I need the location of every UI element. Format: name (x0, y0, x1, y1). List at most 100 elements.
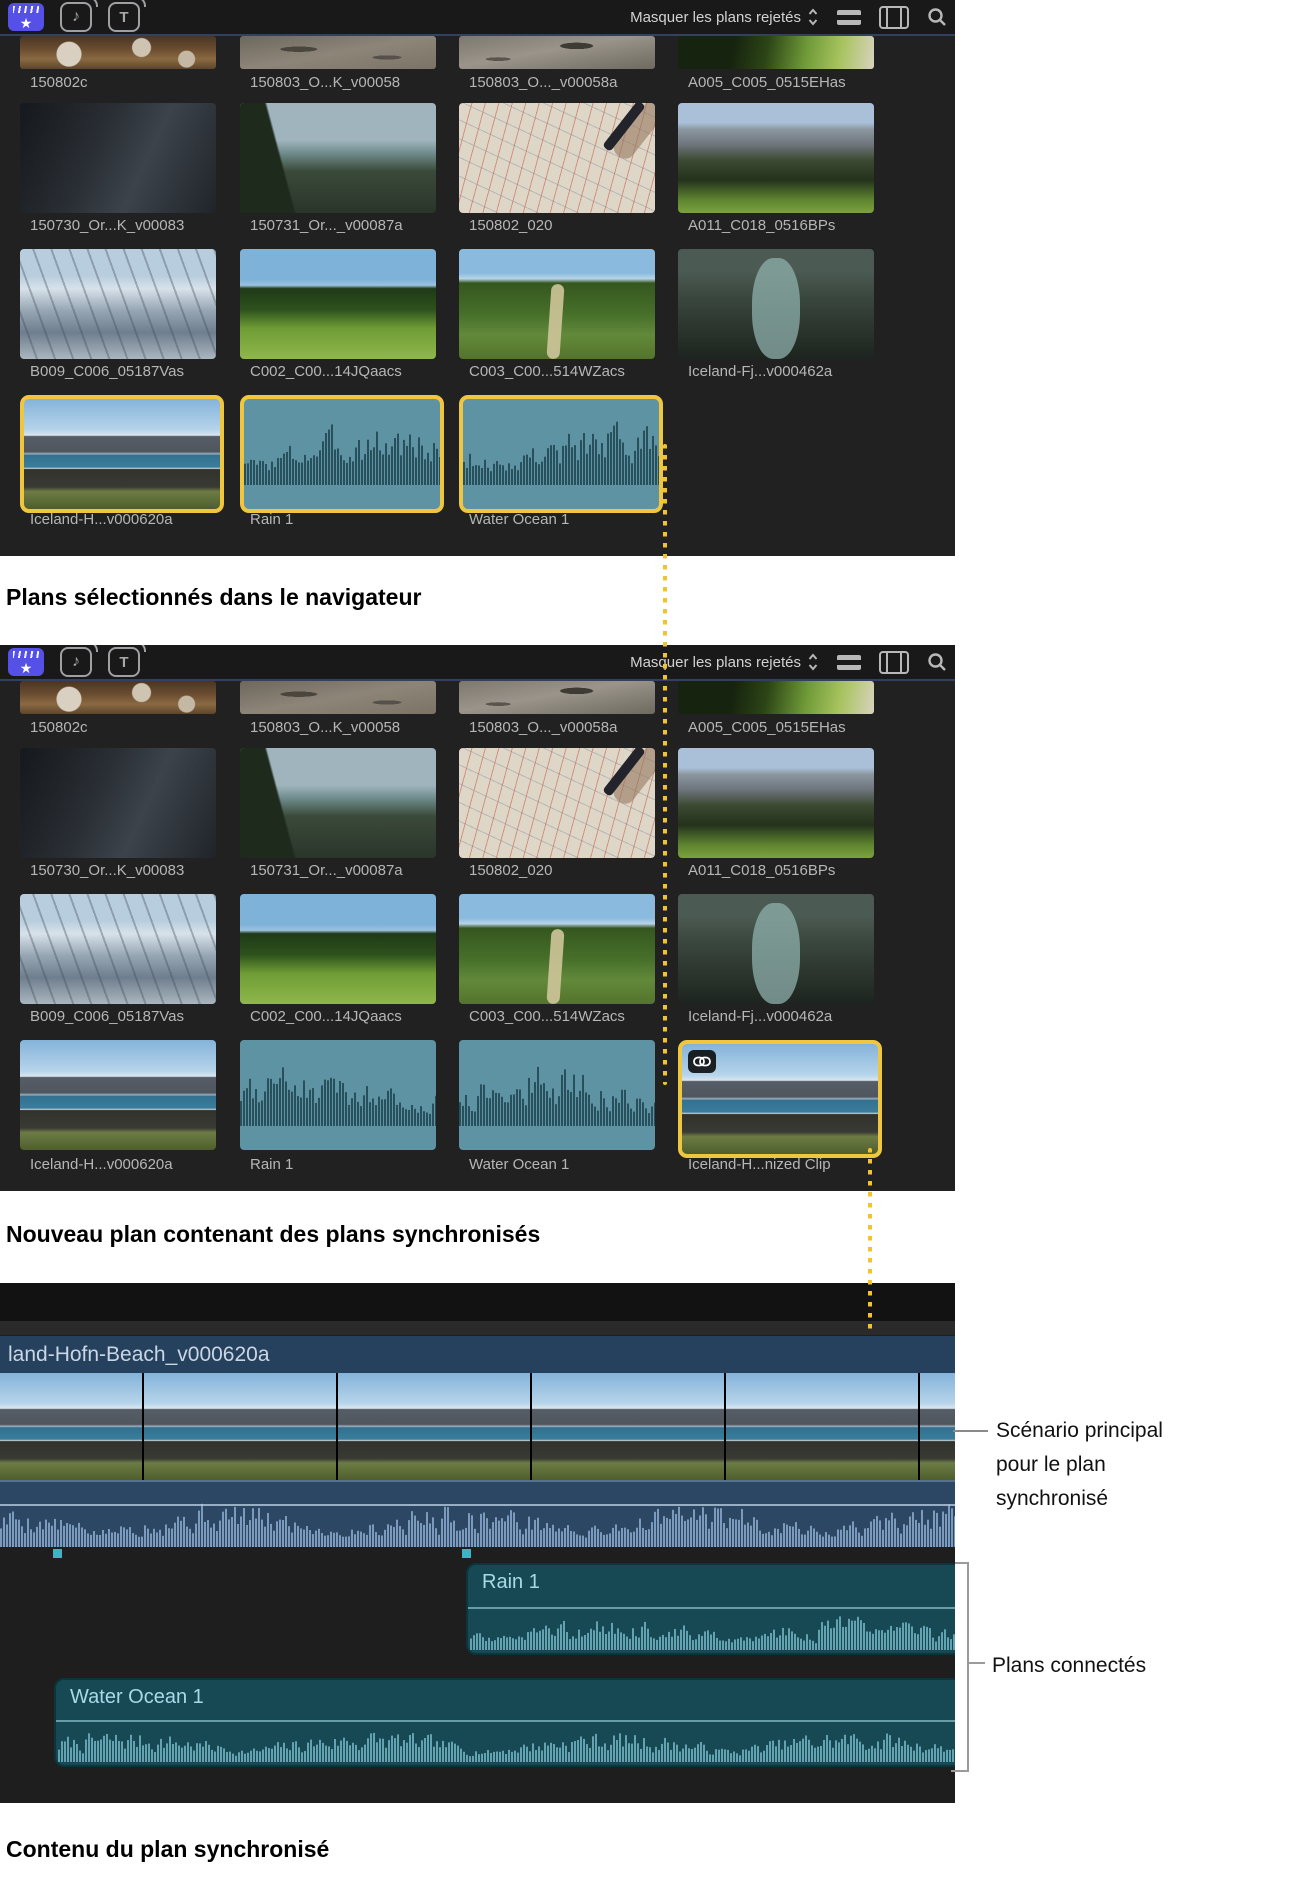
clip-label: Iceland-H...v000620a (30, 511, 173, 528)
clip-thumbnail[interactable] (459, 894, 655, 1004)
synchronized-link-badge (688, 1050, 716, 1073)
clip-thumbnail[interactable] (678, 681, 874, 714)
search-icon[interactable] (927, 7, 947, 27)
clip-thumbnail[interactable] (20, 894, 216, 1004)
caption-synchronized-clip-contents: Contenu du plan synchronisé (6, 1836, 330, 1862)
clip-thumbnail[interactable] (240, 103, 436, 213)
audio-clip-thumbnail[interactable] (240, 1040, 436, 1150)
primary-clip-filmstrip (0, 1373, 955, 1480)
clip-label: A005_C005_0515EHas (688, 719, 846, 736)
clip-label: Water Ocean 1 (469, 511, 570, 528)
primary-clip-title: land-Hofn-Beach_v000620a (0, 1336, 955, 1373)
music-note-glyph: ♪ (72, 8, 80, 25)
audio-reference-line (0, 1504, 955, 1506)
clip-label: 150803_O...K_v00058 (250, 719, 401, 736)
clip-thumbnail[interactable] (240, 748, 436, 858)
filter-dropdown[interactable]: Masquer les plans rejetés (630, 9, 801, 26)
audio-clip-thumbnail[interactable] (459, 1040, 655, 1150)
clip-thumbnail[interactable] (678, 748, 874, 858)
clip-thumbnail[interactable] (240, 36, 436, 69)
synchronized-clip-thumbnail-selected[interactable] (678, 1040, 882, 1158)
clip-label: Rain 1 (250, 1156, 294, 1173)
index-icon[interactable] (879, 650, 909, 674)
filmstrip-frame (338, 1373, 530, 1480)
clip-thumbnail[interactable] (678, 103, 874, 213)
clip-thumbnail[interactable] (20, 1040, 216, 1150)
clip-thumbnail[interactable] (20, 36, 216, 69)
clip-label: Iceland-Fj...v000462a (688, 363, 833, 380)
annotation-primary-storyline: Scénario principal pour le plan synchron… (996, 1419, 1163, 1510)
clip-label: Iceland-H...nized Clip (688, 1156, 831, 1173)
titles-icon[interactable]: T (108, 645, 146, 677)
primary-clip-audio-band (0, 1480, 955, 1547)
audio-clip-thumbnail-selected[interactable] (459, 395, 663, 513)
clip-label: 150802_020 (469, 862, 553, 879)
clip-label: 150803_O..._v00058a (469, 719, 618, 736)
clip-label: Iceland-Fj...v000462a (688, 1008, 833, 1025)
clip-thumbnail[interactable] (678, 249, 874, 359)
clip-thumbnail[interactable] (240, 894, 436, 1004)
connected-clip-water-ocean[interactable]: Water Ocean 1 (54, 1678, 955, 1767)
clip-thumbnail-selected[interactable] (20, 395, 224, 513)
clip-thumbnail[interactable] (20, 103, 216, 213)
clip-label: 150730_Or...K_v00083 (30, 217, 185, 234)
clip-label: C002_C00...14JQaacs (250, 363, 402, 380)
annotation-connected-clips: Plans connectés (992, 1654, 1147, 1677)
link-icon (693, 1056, 711, 1067)
clip-thumbnail[interactable] (20, 249, 216, 359)
annotation-bracket (969, 1662, 985, 1664)
timeline-marker[interactable] (53, 1549, 62, 1558)
t-glyph: T (119, 8, 129, 26)
clip-thumbnail[interactable] (20, 681, 216, 714)
titles-icon[interactable]: T (108, 0, 146, 32)
connected-clip-title: Water Ocean 1 (70, 1686, 204, 1708)
clip-thumbnail[interactable] (240, 249, 436, 359)
clip-label: B009_C006_05187Vas (30, 1008, 185, 1025)
clips-icon[interactable] (8, 3, 44, 31)
caption-selected-clips: Plans sélectionnés dans le navigateur (6, 584, 422, 610)
clip-label: A011_C018_0516BPs (688, 217, 836, 234)
clip-label: A005_C005_0515EHas (688, 74, 846, 91)
clip-thumbnail[interactable] (459, 103, 655, 213)
clip-label: 150731_Or..._v00087a (250, 862, 403, 879)
clip-thumbnail[interactable] (459, 681, 655, 714)
clip-thumbnail[interactable] (459, 748, 655, 858)
search-icon[interactable] (927, 652, 947, 672)
chevron-updown-icon[interactable] (807, 652, 819, 672)
clip-label: 150802c (30, 719, 88, 736)
filmstrip-frame (532, 1373, 724, 1480)
clip-label: Rain 1 (250, 511, 294, 528)
audio-waveform (240, 1040, 436, 1126)
primary-storyline-clip[interactable]: land-Hofn-Beach_v000620a (0, 1336, 955, 1547)
clip-appearance-icon[interactable] (837, 9, 861, 25)
connector-dotted-line (663, 444, 667, 1085)
clip-thumbnail[interactable] (459, 36, 655, 69)
clip-label: Water Ocean 1 (469, 1156, 570, 1173)
clip-thumbnail[interactable] (678, 894, 874, 1004)
clip-label: A011_C018_0516BPs (688, 862, 836, 879)
clip-thumbnail[interactable] (678, 36, 874, 69)
connected-clip-rain[interactable]: Rain 1 (466, 1563, 955, 1655)
timeline-top-strip (0, 1283, 955, 1321)
index-icon[interactable] (879, 5, 909, 29)
timeline-panel: land-Hofn-Beach_v000620a Rain 1 Water Oc… (0, 1283, 955, 1803)
clip-label: C003_C00...514WZacs (469, 1008, 625, 1025)
clip-appearance-icon[interactable] (837, 654, 861, 670)
audio-clip-thumbnail-selected[interactable] (240, 395, 444, 513)
clip-thumbnail[interactable] (240, 681, 436, 714)
clip-thumbnail[interactable] (20, 748, 216, 858)
clip-label: C003_C00...514WZacs (469, 363, 625, 380)
filter-dropdown[interactable]: Masquer les plans rejetés (630, 654, 801, 671)
t-glyph: T (119, 653, 129, 671)
chevron-updown-icon[interactable] (807, 7, 819, 27)
clips-icon[interactable] (8, 648, 44, 676)
audio-waveform (244, 399, 440, 485)
clip-label: 150803_O..._v00058a (469, 74, 618, 91)
photos-audio-icon[interactable]: ♪ (60, 0, 98, 32)
clip-thumbnail[interactable] (459, 249, 655, 359)
filmstrip-frame (920, 1373, 955, 1480)
toolbar-right: Masquer les plans rejetés (630, 0, 947, 34)
caption-new-synchronized-clip: Nouveau plan contenant des plans synchro… (6, 1221, 541, 1247)
photos-audio-icon[interactable]: ♪ (60, 645, 98, 677)
timeline-marker[interactable] (462, 1549, 471, 1558)
